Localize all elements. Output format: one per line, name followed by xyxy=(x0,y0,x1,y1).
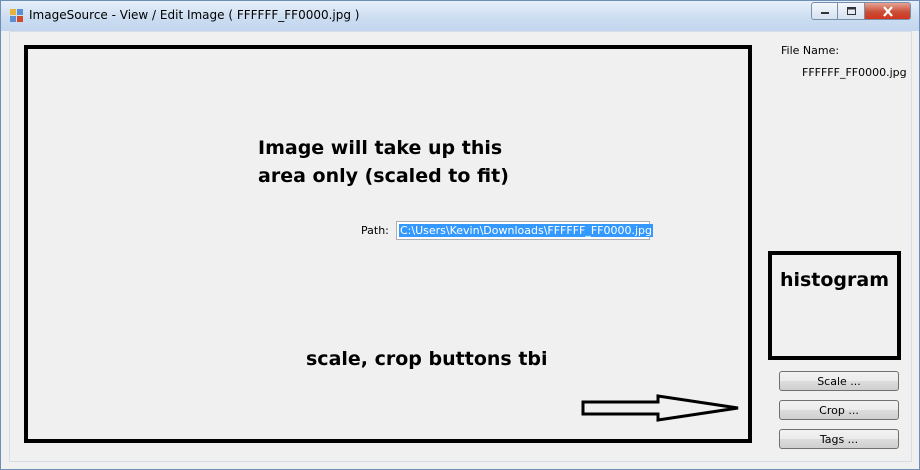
window-title: ImageSource - View / Edit Image ( FFFFFF… xyxy=(29,8,360,22)
histogram-label: histogram xyxy=(779,269,890,291)
title-bar[interactable]: ImageSource - View / Edit Image ( FFFFFF… xyxy=(1,1,919,31)
window-controls xyxy=(811,2,911,20)
buttons-note: scale, crop buttons tbi xyxy=(306,348,548,370)
close-button[interactable] xyxy=(865,2,911,20)
path-value: C:\Users\Kevin\Downloads\FFFFFF_FF0000.j… xyxy=(399,224,654,237)
path-input[interactable]: C:\Users\Kevin\Downloads\FFFFFF_FF0000.j… xyxy=(396,221,654,240)
scale-button[interactable]: Scale ... xyxy=(779,371,899,391)
app-icon-part xyxy=(10,9,16,15)
file-name-value: FFFFFF_FF0000.jpg xyxy=(802,66,907,79)
app-icon-part xyxy=(10,16,16,22)
tags-button[interactable]: Tags ... xyxy=(779,429,899,449)
app-icon[interactable] xyxy=(10,9,24,23)
path-label: Path: xyxy=(361,224,389,237)
maximize-icon xyxy=(846,7,856,15)
close-icon xyxy=(882,5,893,17)
image-area-note-line2: area only (scaled to fit) xyxy=(258,165,509,187)
arrow-icon xyxy=(581,394,739,422)
image-area-placeholder xyxy=(24,45,752,443)
file-name-label: File Name: xyxy=(781,44,840,57)
minimize-icon xyxy=(820,12,829,14)
minimize-button[interactable] xyxy=(811,2,838,20)
app-icon-part xyxy=(17,16,23,22)
app-icon-part xyxy=(17,9,23,15)
histogram-placeholder: histogram xyxy=(768,251,901,360)
image-area-note-line1: Image will take up this xyxy=(258,137,503,159)
crop-button[interactable]: Crop ... xyxy=(779,400,899,420)
maximize-button[interactable] xyxy=(838,2,865,20)
